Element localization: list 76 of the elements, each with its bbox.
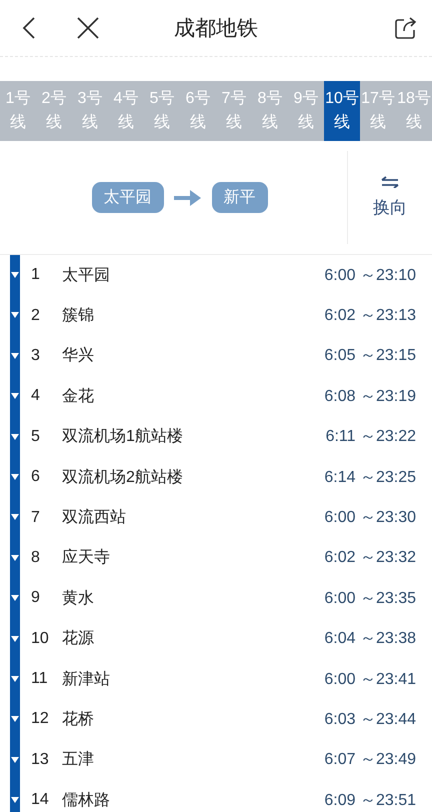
direction-icon — [10, 595, 20, 602]
station-number: 12 — [31, 710, 50, 728]
station-number: 11 — [31, 670, 49, 688]
service-hours: 6:09 ～23:51 — [324, 790, 416, 811]
direction-icon — [10, 716, 20, 722]
service-hours: 6:02 ～23:13 — [324, 306, 416, 326]
station-name: 花源 — [62, 628, 95, 650]
direction-icon — [10, 554, 20, 561]
station-name: 新津站 — [62, 670, 111, 690]
station-number: 3 — [31, 346, 41, 365]
station-number: 8 — [31, 548, 41, 567]
service-hours: 6:00 ～23:10 — [324, 266, 416, 286]
line-tab[interactable]: 1号线 — [0, 81, 36, 141]
station-name: 花桥 — [62, 710, 95, 730]
station-name: 簇锦 — [62, 306, 95, 326]
direction-icon — [10, 352, 20, 359]
station-number: 10 — [31, 630, 50, 648]
station-name: 双流机场2航站楼 — [62, 468, 184, 488]
line-tab[interactable]: 8号线 — [252, 81, 288, 141]
service-hours: 6:05 ～23:15 — [324, 346, 416, 366]
line-tab[interactable]: 6号线 — [180, 81, 216, 141]
station-number: 1 — [31, 266, 41, 284]
station-name: 金花 — [62, 386, 95, 407]
arrow-icon — [174, 188, 202, 206]
back-button[interactable] — [22, 16, 36, 40]
station-number: 2 — [31, 306, 41, 325]
direction-icon — [10, 474, 20, 480]
station-number: 13 — [31, 750, 50, 769]
station-name: 黄水 — [62, 588, 95, 609]
line-tab[interactable]: 5号线 — [144, 81, 180, 141]
destination-station-tag: 新平 — [212, 182, 268, 213]
station-number: 7 — [31, 508, 41, 527]
service-hours: 6:07 ～23:49 — [324, 750, 416, 770]
service-hours: 6:11 ～23:22 — [326, 427, 416, 448]
service-hours: 6:00 ～23:41 — [324, 670, 416, 690]
direction-icon — [10, 514, 20, 520]
service-hours: 6:02 ～23:32 — [324, 548, 416, 568]
direction-icon — [10, 393, 20, 400]
share-button[interactable] — [394, 16, 418, 40]
service-hours: 6:14 ～23:25 — [324, 468, 416, 488]
direction-icon — [10, 676, 20, 682]
station-name: 双流西站 — [62, 508, 127, 528]
station-number: 6 — [31, 468, 41, 486]
station-number: 5 — [31, 428, 41, 446]
line-tab[interactable]: 17号线 — [360, 81, 396, 141]
origin-station-tag: 太平园 — [92, 182, 164, 213]
station-name: 儒林路 — [62, 790, 111, 811]
service-hours: 6:03 ～23:44 — [324, 710, 416, 730]
close-button[interactable] — [76, 16, 100, 40]
line-tab[interactable]: 3号线 — [72, 81, 108, 141]
service-hours: 6:00 ～23:35 — [324, 588, 416, 609]
page-title: 成都地铁 — [174, 16, 258, 42]
direction-icon — [10, 636, 20, 642]
line-tab[interactable]: 4号线 — [108, 81, 144, 141]
direction-icon — [10, 434, 20, 440]
station-number: 14 — [31, 791, 50, 810]
station-name: 华兴 — [62, 346, 95, 366]
direction-icon — [10, 272, 20, 278]
service-hours: 6:04 ～23:38 — [324, 629, 416, 650]
direction-icon — [10, 312, 20, 318]
line-tab[interactable]: 10号线 — [324, 81, 360, 141]
station-name: 双流机场1航站楼 — [62, 426, 184, 448]
swap-arrows-icon — [381, 176, 399, 188]
station-name: 应天寺 — [62, 548, 111, 568]
line-tab[interactable]: 2号线 — [36, 81, 72, 141]
direction-icon — [10, 756, 20, 763]
line-tab[interactable]: 9号线 — [288, 81, 324, 141]
station-number: 9 — [31, 589, 41, 608]
station-name: 五津 — [62, 750, 95, 770]
service-hours: 6:00 ～23:30 — [324, 508, 416, 528]
service-hours: 6:08 ～23:19 — [324, 386, 416, 407]
direction-icon — [10, 797, 20, 804]
line-tab[interactable]: 18号线 — [396, 81, 432, 141]
line-tab[interactable]: 7号线 — [216, 81, 252, 141]
station-name: 太平园 — [62, 266, 111, 286]
station-number: 4 — [31, 387, 41, 406]
